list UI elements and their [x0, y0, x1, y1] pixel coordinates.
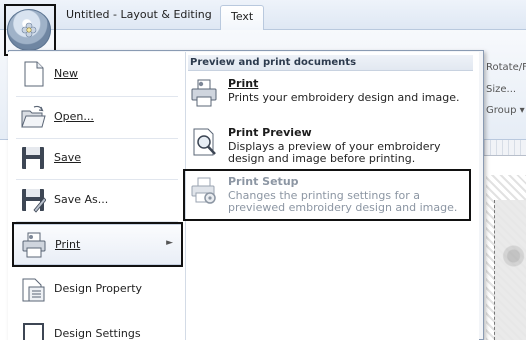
menu-item-save-label: Save	[54, 151, 82, 164]
tab-text[interactable]: Text	[220, 5, 265, 30]
menu-item-design-settings[interactable]: Design Settings	[12, 314, 182, 340]
ribbon-size-label[interactable]: Size...	[486, 84, 516, 95]
submenu-item-print-preview[interactable]: Print Preview Displays a preview of your…	[188, 123, 470, 173]
embroidery-design-preview	[494, 200, 526, 340]
design-settings-icon	[23, 323, 44, 340]
menu-item-save[interactable]: Save	[12, 138, 182, 178]
menu-item-save-as-label: Save As...	[54, 193, 109, 206]
menu-item-new[interactable]: New	[12, 54, 182, 94]
menu-item-save-as[interactable]: Save As...	[12, 180, 182, 220]
submenu-item-print-preview-title: Print Preview	[228, 126, 312, 139]
submenu-item-print-description: Prints your embroidery design and image.	[228, 91, 460, 104]
print-preview-icon	[193, 128, 216, 156]
save-floppy-icon	[22, 147, 44, 169]
ribbon-rotate-flip-label[interactable]: Rotate/Fl	[486, 62, 526, 73]
submenu-item-print-preview-description: Displays a preview of your embroidery de…	[228, 140, 441, 165]
ribbon-group-label[interactable]: Group ▾	[486, 105, 525, 116]
print-item-highlight-frame	[12, 222, 183, 267]
menu-item-new-label: New	[54, 67, 78, 80]
horizontal-ruler	[484, 140, 526, 156]
menu-item-open[interactable]: Open...	[12, 97, 182, 137]
print-setup-highlight-frame	[183, 169, 471, 221]
document-title: Untitled - Layout & Editing	[66, 8, 212, 21]
submenu-item-print[interactable]: Print Prints your embroidery design and …	[188, 74, 470, 124]
design-property-icon	[22, 278, 45, 302]
menu-item-open-label: Open...	[54, 110, 94, 123]
app-button-highlight-frame	[4, 4, 56, 56]
printer-icon	[191, 79, 217, 107]
submenu-item-print-title: Print	[228, 77, 259, 90]
menu-item-design-property-label: Design Property	[54, 282, 143, 295]
menu-item-design-property[interactable]: Design Property	[12, 269, 182, 309]
submenu-heading: Preview and print documents	[188, 55, 473, 71]
new-document-icon	[24, 61, 44, 87]
save-as-floppy-icon	[22, 189, 46, 213]
menu-item-design-settings-label: Design Settings	[54, 327, 141, 340]
open-folder-icon	[21, 105, 46, 128]
